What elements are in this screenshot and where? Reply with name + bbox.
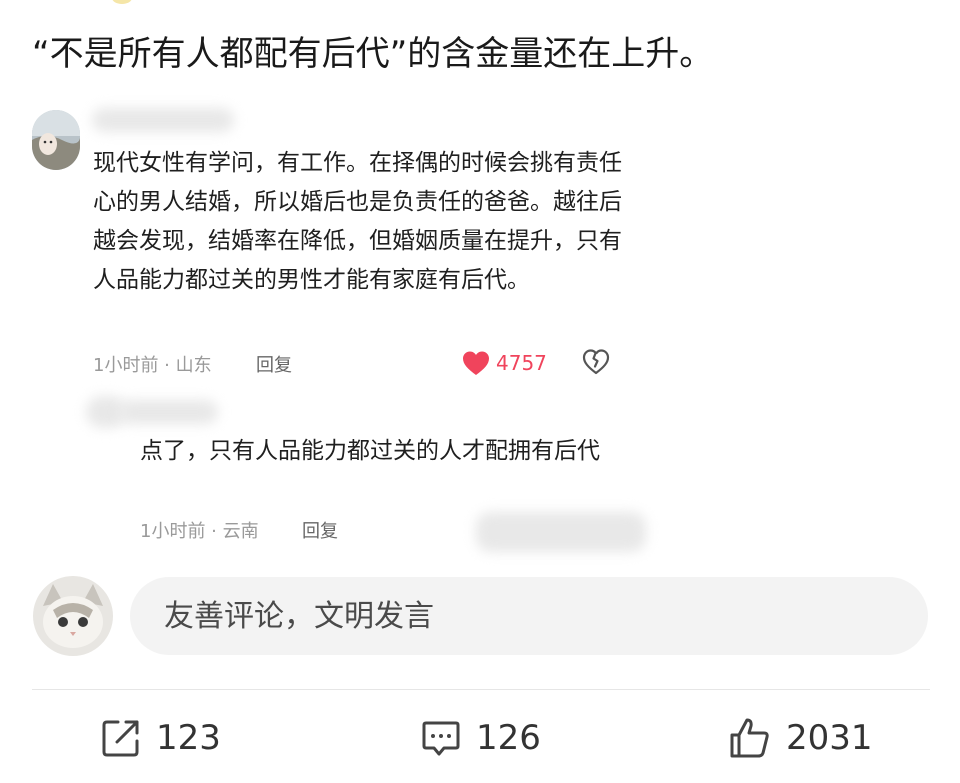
comment-button[interactable]: 126: [420, 712, 541, 764]
post-headline: “不是所有人都配有后代”的含金量还在上升。: [32, 34, 714, 74]
comment-time: 1小时前: [93, 355, 159, 376]
comment-like-count: 4757: [496, 351, 547, 375]
reply-body: 点了，只有人品能力都过关的人才配拥有后代: [140, 438, 600, 464]
my-avatar[interactable]: [33, 576, 113, 656]
share-button[interactable]: 123: [100, 712, 221, 764]
share-icon: [100, 717, 142, 759]
decorative-dot: [112, 0, 132, 4]
comment-icon: [420, 717, 462, 759]
commenter-avatar[interactable]: [32, 110, 80, 170]
heart-icon: [462, 350, 490, 376]
like-button[interactable]: 2031: [728, 712, 873, 764]
broken-heart-icon[interactable]: [582, 348, 610, 376]
comment-meta: 1小时前 · 山东: [93, 351, 212, 377]
comment-count: 126: [476, 718, 541, 758]
replier-name-redacted: [118, 400, 218, 424]
comment-location: 山东: [175, 355, 212, 376]
reply-location: 云南: [222, 521, 259, 542]
like-count: 2031: [786, 718, 873, 758]
reply-time: 1小时前: [140, 521, 206, 542]
thumbs-up-icon: [728, 716, 772, 760]
comment-body: 现代女性有学问，有工作。在择偶的时候会挑有责任心的男人结婚，所以婚后也是负责任的…: [93, 150, 622, 293]
divider: [32, 689, 930, 690]
comment-composer: [30, 573, 930, 659]
commenter-name-redacted: [92, 108, 234, 132]
reply-meta: 1小时前 · 云南: [140, 517, 259, 543]
comment-like-button[interactable]: 4757: [462, 348, 547, 378]
meta-separator: ·: [205, 521, 223, 542]
redacted-region: [476, 512, 646, 552]
reply-reply-button[interactable]: 回复: [302, 517, 338, 543]
comment-input[interactable]: [130, 577, 928, 655]
comment-reply-button[interactable]: 回复: [256, 351, 292, 377]
share-count: 123: [156, 718, 221, 758]
meta-separator: ·: [158, 355, 176, 376]
